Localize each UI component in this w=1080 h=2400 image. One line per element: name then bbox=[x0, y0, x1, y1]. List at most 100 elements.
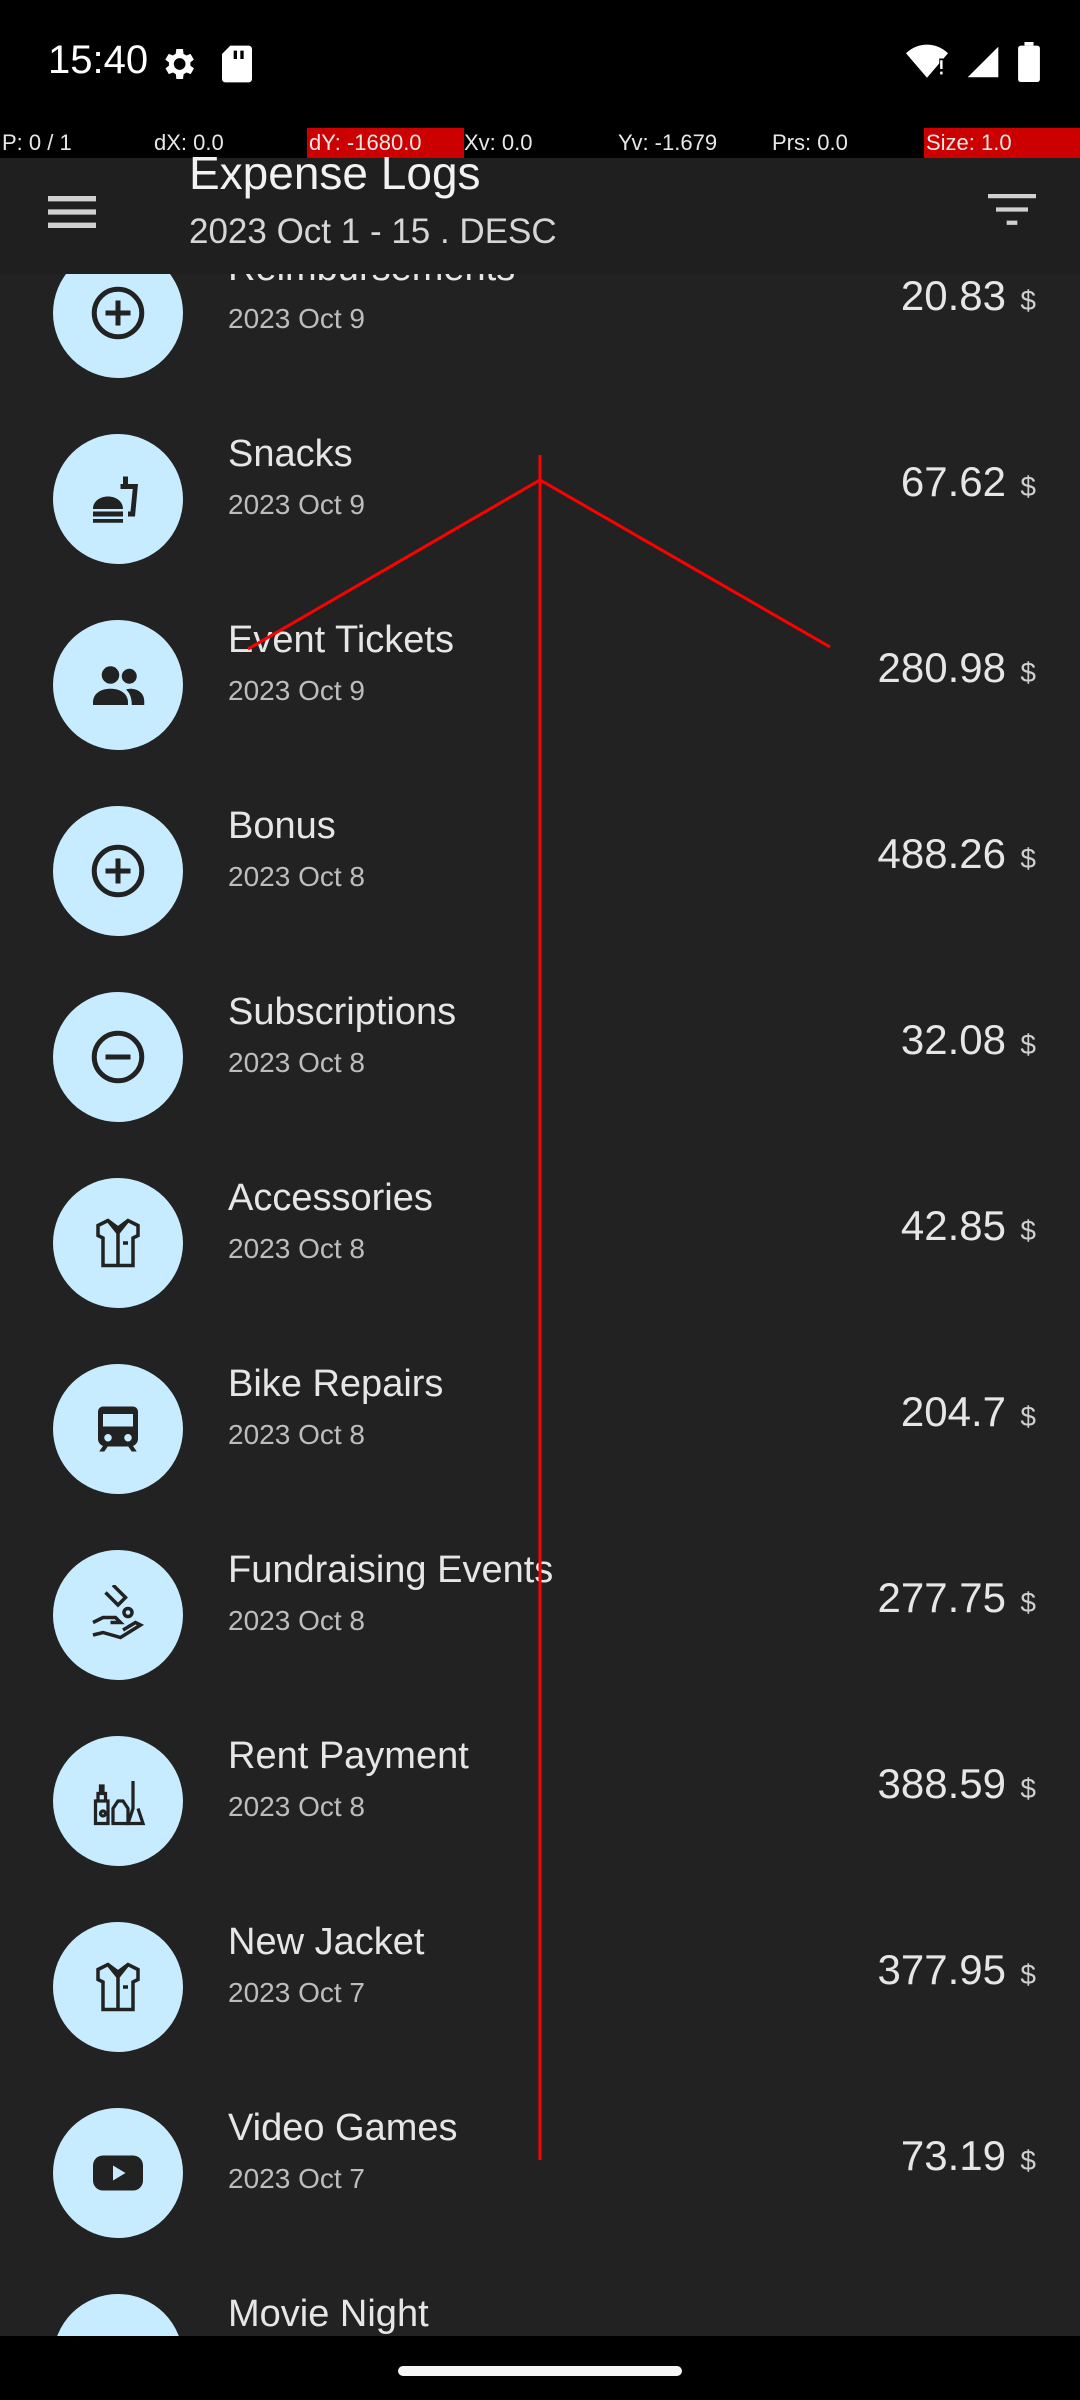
expense-amount: 280.98 bbox=[877, 644, 1006, 691]
expense-date: 2023 Oct 7 bbox=[228, 2163, 365, 2194]
category-avatar bbox=[53, 2294, 183, 2336]
expense-row[interactable]: Fundraising Events 2023 Oct 8 277.75 $ bbox=[0, 1522, 1080, 1708]
category-avatar bbox=[53, 2108, 183, 2238]
expense-date: 2023 Oct 8 bbox=[228, 861, 365, 892]
currency-symbol: $ bbox=[1020, 1029, 1036, 1060]
status-time: 15:40 bbox=[48, 38, 149, 82]
expense-date: 2023 Oct 8 bbox=[228, 1605, 365, 1636]
expense-date: 2023 Oct 8 bbox=[228, 1419, 365, 1450]
wifi-icon bbox=[906, 44, 948, 78]
menu-button[interactable] bbox=[40, 180, 104, 244]
expense-title: Bike Repairs bbox=[228, 1363, 444, 1405]
filter-icon bbox=[988, 194, 1036, 225]
donation-icon bbox=[92, 1585, 145, 1640]
status-bar: 15:40 bbox=[0, 0, 1080, 128]
people-icon bbox=[93, 666, 145, 705]
sd-card-icon bbox=[222, 45, 252, 83]
expense-title: Fundraising Events bbox=[228, 1549, 554, 1591]
expense-amount: 488.26 bbox=[877, 830, 1006, 877]
fastfood-icon bbox=[93, 476, 138, 523]
expense-amount: 204.7 bbox=[900, 1388, 1006, 1435]
debug-segment: Prs: 0.0 bbox=[772, 130, 848, 155]
page-title: Expense Logs bbox=[189, 147, 481, 199]
debug-segment: Xv: 0.0 bbox=[464, 130, 533, 155]
expense-row[interactable]: Movie Night bbox=[0, 2266, 1080, 2336]
shirt-icon bbox=[96, 1218, 140, 1268]
expense-row[interactable]: Bonus 2023 Oct 8 488.26 $ bbox=[0, 778, 1080, 964]
expense-amount: 277.75 bbox=[877, 1574, 1006, 1621]
filter-button[interactable] bbox=[980, 178, 1044, 242]
expense-amount: 388.59 bbox=[877, 1760, 1006, 1807]
currency-symbol: $ bbox=[1020, 1773, 1036, 1804]
expense-title: Bonus bbox=[228, 805, 336, 847]
pointer-debug-bar: P: 0 / 1 dX: 0.0 dY: -1680.0 Xv: 0.0 Yv:… bbox=[0, 128, 1080, 158]
currency-symbol: $ bbox=[1020, 1215, 1036, 1246]
minus-circle-icon bbox=[91, 1030, 145, 1084]
train-icon bbox=[98, 1406, 138, 1452]
expense-amount: 42.85 bbox=[900, 1202, 1006, 1249]
category-avatar bbox=[53, 1736, 183, 1866]
debug-segment: Size: 1.0 bbox=[924, 128, 1080, 158]
expense-date: 2023 Oct 9 bbox=[228, 489, 365, 520]
expense-row[interactable]: Video Games 2023 Oct 7 73.19 $ bbox=[0, 2080, 1080, 2266]
home-gesture-handle[interactable] bbox=[398, 2366, 682, 2376]
expense-date: 2023 Oct 8 bbox=[228, 1233, 365, 1264]
expense-list[interactable]: Reimbursements 2023 Oct 9 20.83 $ Snacks 2023… bbox=[0, 274, 1080, 2336]
expense-title: Reimbursements bbox=[228, 274, 515, 290]
category-avatar bbox=[53, 1364, 183, 1494]
expense-title: New Jacket bbox=[228, 1921, 425, 1963]
currency-symbol: $ bbox=[1020, 2145, 1036, 2176]
expense-amount: 73.19 bbox=[900, 2132, 1006, 2179]
expense-row[interactable]: Snacks 2023 Oct 9 67.62 $ bbox=[0, 406, 1080, 592]
currency-symbol: $ bbox=[1020, 1587, 1036, 1618]
date-range-subtitle: 2023 Oct 1 - 15 . DESC bbox=[189, 212, 557, 251]
expense-title: Subscriptions bbox=[228, 991, 457, 1033]
settings-gear-icon bbox=[165, 49, 194, 79]
currency-symbol: $ bbox=[1020, 1959, 1036, 1990]
expense-amount: 67.62 bbox=[900, 458, 1006, 505]
expense-row[interactable]: Reimbursements 2023 Oct 9 20.83 $ bbox=[0, 274, 1080, 406]
cleaning-icon bbox=[93, 1781, 146, 1826]
expense-title: Event Tickets bbox=[228, 619, 454, 661]
category-avatar bbox=[53, 620, 183, 750]
category-avatar bbox=[53, 806, 183, 936]
expense-amount: 20.83 bbox=[900, 274, 1006, 319]
plus-circle-icon bbox=[91, 844, 145, 898]
expense-title: Rent Payment bbox=[228, 1735, 469, 1777]
youtube-icon bbox=[93, 2155, 143, 2191]
expense-row[interactable]: Accessories 2023 Oct 8 42.85 $ bbox=[0, 1150, 1080, 1336]
status-icons-left bbox=[158, 44, 254, 84]
expense-date: 2023 Oct 9 bbox=[228, 303, 365, 334]
expense-row[interactable]: New Jacket 2023 Oct 7 377.95 $ bbox=[0, 1894, 1080, 2080]
expense-amount: 32.08 bbox=[900, 1016, 1006, 1063]
status-icons-right bbox=[906, 42, 1040, 82]
expense-date: 2023 Oct 7 bbox=[228, 1977, 365, 2008]
expense-row[interactable]: Event Tickets 2023 Oct 9 280.98 $ bbox=[0, 592, 1080, 778]
currency-symbol: $ bbox=[1020, 285, 1036, 316]
category-avatar bbox=[53, 274, 183, 378]
plus-circle-icon bbox=[91, 286, 145, 340]
currency-symbol: $ bbox=[1020, 471, 1036, 502]
expense-row[interactable]: Bike Repairs 2023 Oct 8 204.7 $ bbox=[0, 1336, 1080, 1522]
cell-signal-icon bbox=[967, 46, 999, 78]
expense-title: Movie Night bbox=[228, 2293, 429, 2335]
category-avatar bbox=[53, 434, 183, 564]
category-avatar bbox=[53, 1550, 183, 1680]
expense-date: 2023 Oct 8 bbox=[228, 1791, 365, 1822]
expense-row[interactable]: Rent Payment 2023 Oct 8 388.59 $ bbox=[0, 1708, 1080, 1894]
shirt-icon bbox=[96, 1962, 140, 2012]
debug-segment: P: 0 / 1 bbox=[2, 130, 72, 155]
hamburger-menu-icon bbox=[48, 196, 96, 228]
currency-symbol: $ bbox=[1020, 843, 1036, 874]
expense-title: Snacks bbox=[228, 433, 353, 475]
currency-symbol: $ bbox=[1020, 657, 1036, 688]
category-avatar bbox=[53, 992, 183, 1122]
debug-segment: Yv: -1.679 bbox=[618, 130, 718, 155]
expense-title: Accessories bbox=[228, 1177, 433, 1219]
expense-date: 2023 Oct 9 bbox=[228, 675, 365, 706]
expense-row[interactable]: Subscriptions 2023 Oct 8 32.08 $ bbox=[0, 964, 1080, 1150]
category-avatar bbox=[53, 1178, 183, 1308]
expense-date: 2023 Oct 8 bbox=[228, 1047, 365, 1078]
expense-amount: 377.95 bbox=[877, 1946, 1006, 1993]
battery-icon bbox=[1018, 42, 1040, 82]
